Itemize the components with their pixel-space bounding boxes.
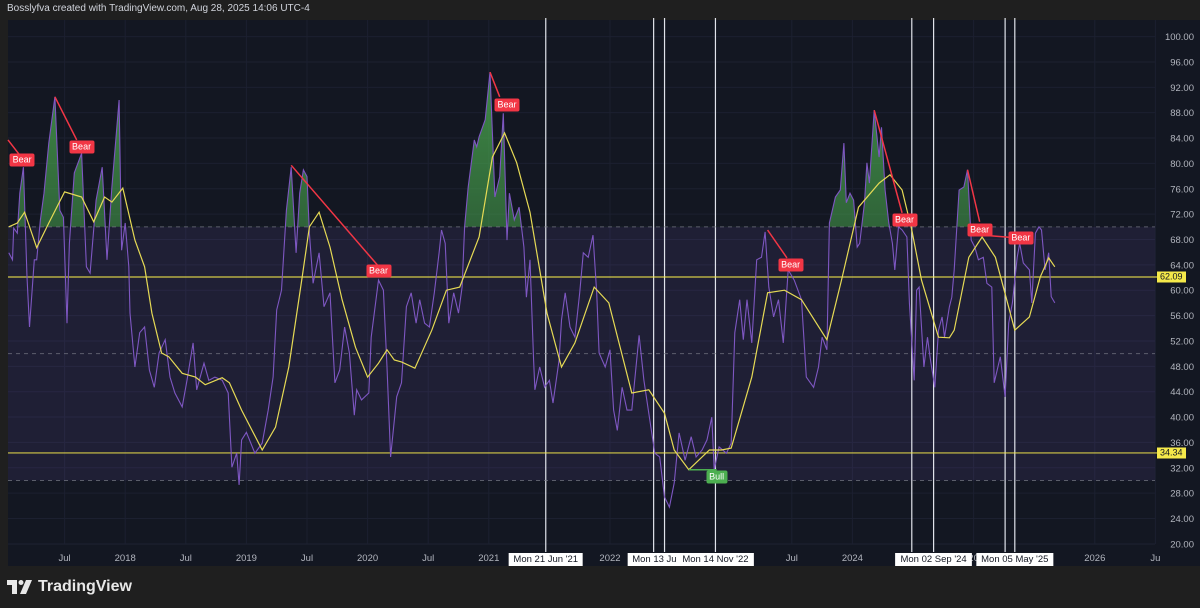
y-tick-label: 68.00 [1170, 235, 1194, 246]
tradingview-logo[interactable]: TradingView [7, 578, 132, 596]
y-tick-label: 100.00 [1165, 32, 1194, 43]
bear-label: Bear [69, 140, 95, 154]
y-tick-label: 96.00 [1170, 57, 1194, 68]
x-tick-label: 2018 [115, 553, 136, 564]
y-tick-label: 72.00 [1170, 210, 1194, 221]
x-tick-label: 2024 [842, 553, 863, 564]
y-tick-label: 48.00 [1170, 362, 1194, 373]
x-tick-label: Ju [1150, 553, 1160, 564]
price-level-label: 34.34 [1157, 447, 1186, 459]
y-tick-label: 52.00 [1170, 336, 1194, 347]
vertical-marker-label: Mon 05 May '25 [976, 553, 1054, 567]
y-tick-label: 60.00 [1170, 286, 1194, 297]
x-tick-label: Jul [422, 553, 434, 564]
brand-name: TradingView [38, 578, 132, 595]
x-tick-label: 2021 [478, 553, 499, 564]
bear-label: Bear [892, 213, 918, 227]
vertical-marker-label: Mon 02 Sep '24 [895, 553, 972, 567]
vertical-marker-label: Mon 14 Nov '22 [677, 553, 754, 567]
y-tick-label: 88.00 [1170, 108, 1194, 119]
x-tick-label: 2020 [357, 553, 378, 564]
x-tick-label: Jul [180, 553, 192, 564]
vertical-marker-label: Mon 21 Jun '21 [508, 553, 584, 567]
y-tick-label: 64.00 [1170, 260, 1194, 271]
y-axis-ticks: 20.0024.0028.0032.0036.0040.0044.0048.00… [1165, 32, 1194, 550]
y-tick-label: 32.00 [1170, 463, 1194, 474]
rsi-band [8, 226, 1155, 481]
bear-label: Bear [365, 264, 392, 278]
x-tick-label: 2022 [599, 553, 620, 564]
bear-label: Bear [778, 258, 804, 272]
y-tick-label: 80.00 [1170, 159, 1194, 170]
bear-label: Bear [967, 223, 993, 237]
y-tick-label: 56.00 [1170, 311, 1194, 322]
bear-label: Bear [1008, 231, 1034, 245]
x-tick-label: 2019 [236, 553, 257, 564]
y-tick-label: 84.00 [1170, 134, 1194, 145]
rsi-chart[interactable]: 20.0024.0028.0032.0036.0040.0044.0048.00… [0, 0, 1200, 608]
x-tick-label: Jul [301, 553, 313, 564]
x-tick-label: Jul [59, 553, 71, 564]
overbought-oversold-band [8, 226, 1155, 481]
y-tick-label: 24.00 [1170, 514, 1194, 525]
y-tick-label: 92.00 [1170, 83, 1194, 94]
bull-label: Bull [706, 470, 728, 484]
y-tick-label: 44.00 [1170, 387, 1194, 398]
bear-label: Bear [9, 153, 35, 167]
bear-label: Bear [494, 98, 520, 112]
x-tick-label: 2026 [1084, 553, 1105, 564]
y-tick-label: 76.00 [1170, 184, 1194, 195]
x-tick-label: Jul [786, 553, 798, 564]
tradingview-logo-icon [7, 580, 32, 594]
y-tick-label: 28.00 [1170, 489, 1194, 500]
price-level-label: 62.09 [1157, 271, 1186, 283]
y-tick-label: 20.00 [1170, 539, 1194, 550]
y-tick-label: 40.00 [1170, 413, 1194, 424]
footer: TradingView [0, 566, 1200, 608]
